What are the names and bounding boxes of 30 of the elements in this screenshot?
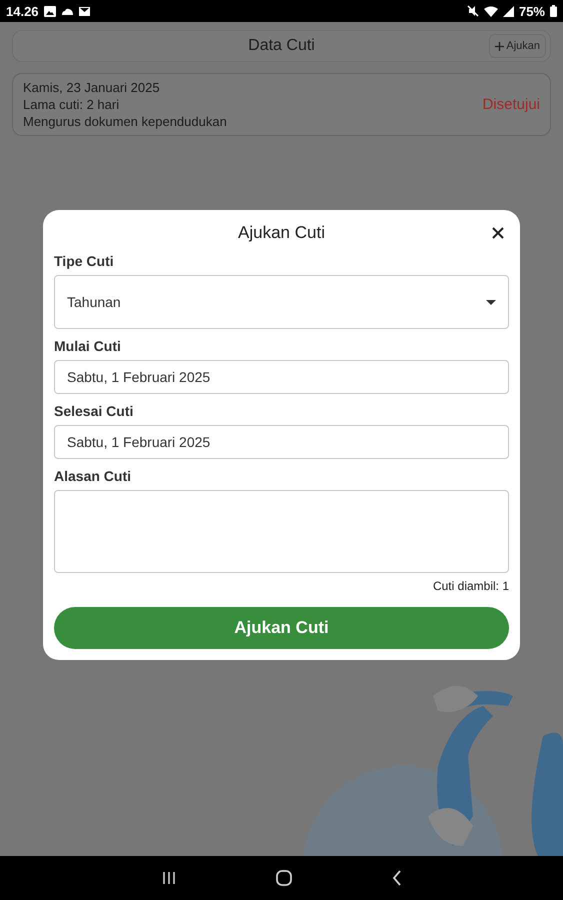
image-icon xyxy=(44,6,56,16)
home-icon[interactable] xyxy=(276,870,292,886)
dialog-title: Ajukan Cuti xyxy=(238,223,325,243)
leave-type-dropdown[interactable]: Tahunan xyxy=(54,275,509,329)
leave-status: Disetujui xyxy=(482,96,540,113)
field-label: Selesai Cuti xyxy=(54,403,134,419)
recent-apps-icon[interactable] xyxy=(162,871,176,885)
leave-reason: Mengurus dokumen kependudukan xyxy=(23,114,228,129)
caret-icon xyxy=(486,300,496,304)
field-label: Alasan Cuti xyxy=(54,468,132,484)
leave-duration: Lama cuti: 2 hari xyxy=(23,97,120,112)
status-time: 14.26 xyxy=(6,4,39,18)
date-field[interactable]: Sabtu, 1 Februari 2025 xyxy=(54,360,509,394)
leave-date: Kamis, 23 Januari 2025 xyxy=(23,80,161,95)
battery-percentage: 75% xyxy=(518,4,545,18)
add-button[interactable]: Ajukan xyxy=(489,34,546,58)
leave-counter: Cuti diambil: 1 xyxy=(432,579,509,593)
cloud-icon xyxy=(60,6,74,16)
battery-icon xyxy=(550,5,557,17)
page-title: Data Cuti xyxy=(248,37,315,55)
signal-icon xyxy=(502,6,514,16)
wifi-icon xyxy=(484,6,498,16)
submit-button[interactable]: Ajukan Cuti xyxy=(54,607,509,649)
mail-icon xyxy=(78,6,90,16)
mute-icon xyxy=(466,5,479,17)
field-label: Mulai Cuti xyxy=(54,338,122,354)
date-field[interactable]: Sabtu, 1 Februari 2025 xyxy=(54,425,509,459)
field-label: Tipe Cuti xyxy=(54,253,115,269)
plus-icon xyxy=(495,42,504,50)
back-icon[interactable] xyxy=(392,870,402,886)
